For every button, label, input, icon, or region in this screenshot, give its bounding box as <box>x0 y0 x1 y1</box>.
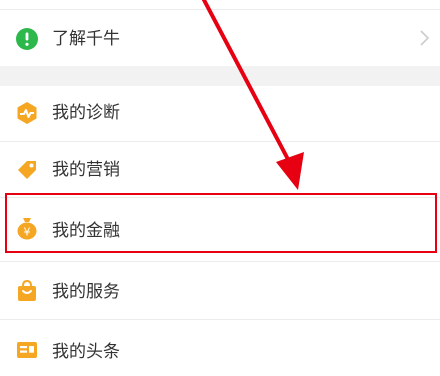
tag-icon <box>18 161 36 179</box>
menu-item-label: 我的诊断 <box>52 103 120 123</box>
diagnosis-icon <box>17 102 37 124</box>
news-card-icon <box>17 342 37 358</box>
highlight-box <box>5 193 437 253</box>
menu-item-headlines[interactable]: 我的头条 <box>0 320 440 376</box>
section-gap <box>0 66 440 86</box>
menu-item-services[interactable]: 我的服务 <box>0 262 440 319</box>
menu-item-label: 我的服务 <box>52 282 120 302</box>
menu-item-about-qianniu[interactable]: 了解千牛 <box>0 10 440 66</box>
menu-item-label: 我的营销 <box>52 160 120 180</box>
menu-item-marketing[interactable]: 我的营销 <box>0 142 440 197</box>
menu-item-label: 我的头条 <box>52 342 120 362</box>
chevron-right-icon <box>420 30 430 46</box>
menu-item-diagnosis[interactable]: 我的诊断 <box>0 86 440 141</box>
menu-item-label: 了解千牛 <box>52 29 120 49</box>
info-icon <box>16 28 38 50</box>
shopping-bag-icon <box>18 279 36 301</box>
